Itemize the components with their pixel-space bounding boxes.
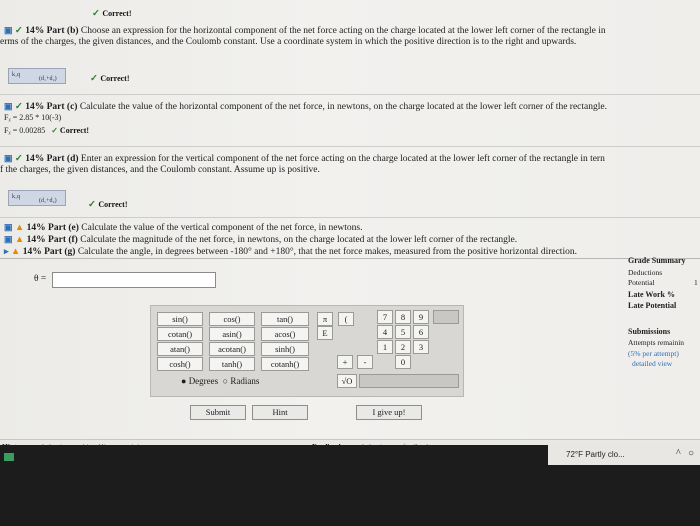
check-icon: ✓	[88, 200, 96, 210]
warning-icon: ▲	[14, 223, 25, 233]
key-9[interactable]: 9	[413, 310, 429, 324]
divider	[0, 94, 700, 95]
give-up-button[interactable]: I give up!	[356, 405, 422, 420]
network-icon[interactable]: ○	[688, 448, 694, 459]
key-5[interactable]: 5	[395, 325, 411, 339]
key-tan[interactable]: tan()	[261, 312, 309, 326]
key-pi[interactable]: π	[317, 312, 333, 326]
key-minus[interactable]: -	[357, 355, 373, 369]
key-atan[interactable]: atan()	[157, 342, 203, 356]
part-a-status: ✓ Correct!	[92, 9, 132, 19]
key-1[interactable]: 1	[377, 340, 393, 354]
part-d-header: ▣ ✓ 14% Part (d) Enter an expression for…	[4, 153, 605, 164]
angle-mode: ● Degrees ○ Radians	[181, 376, 260, 386]
key-cotanh[interactable]: cotanh()	[261, 357, 309, 371]
expand-icon[interactable]: ▣	[4, 234, 13, 244]
late-work-label: Late Work %	[628, 290, 675, 299]
key-sin[interactable]: sin()	[157, 312, 203, 326]
key-asin[interactable]: asin()	[209, 327, 255, 341]
key-backspace[interactable]	[433, 310, 459, 324]
part-g-header: ▸ ▲ 14% Part (g) Calculate the angle, in…	[4, 246, 577, 257]
key-6[interactable]: 6	[413, 325, 429, 339]
key-e[interactable]: E	[317, 326, 333, 340]
answer-input[interactable]	[52, 272, 216, 288]
check-icon: ✓	[92, 9, 100, 19]
expand-icon[interactable]: ▣	[4, 101, 13, 111]
problem-page: ✓ Correct! ▣ ✓ 14% Part (b) Choose an ex…	[0, 0, 700, 445]
part-d-status: ✓ Correct!	[88, 200, 128, 210]
key-3[interactable]: 3	[413, 340, 429, 354]
late-potential-label: Late Potential	[628, 301, 677, 310]
chevron-up-icon[interactable]: ^	[676, 448, 681, 459]
potential-value: 1	[694, 278, 698, 287]
check-icon: ✓	[14, 102, 23, 112]
check-icon: ✓	[51, 126, 58, 135]
warning-icon: ▲	[10, 247, 21, 257]
key-clear[interactable]	[359, 374, 459, 388]
key-2[interactable]: 2	[395, 340, 411, 354]
hint-button[interactable]: Hint	[252, 405, 308, 420]
key-tanh[interactable]: tanh()	[209, 357, 255, 371]
part-b-formula-image: k₁q (d₁+d₂)	[8, 68, 66, 84]
part-c-line1: Fᵪ = 2.85 * 10(-3)	[4, 113, 62, 122]
weather-text: 72°F Partly clo...	[566, 450, 625, 459]
part-b-status: ✓ Correct!	[90, 74, 130, 84]
key-acos[interactable]: acos()	[261, 327, 309, 341]
part-c-line2: Fᵪ = 0.00285 ✓ Correct!	[4, 126, 90, 135]
key-sinh[interactable]: sinh()	[261, 342, 309, 356]
math-keypad: sin() cos() tan() cotan() asin() acos() …	[150, 305, 464, 397]
divider	[0, 146, 700, 147]
key-open-paren[interactable]: (	[338, 312, 354, 326]
radians-radio[interactable]: ○	[223, 376, 228, 386]
deductions-label: Deductions	[628, 268, 663, 277]
per-attempt-label: (5% per attempt)	[628, 349, 679, 358]
key-7[interactable]: 7	[377, 310, 393, 324]
key-8[interactable]: 8	[395, 310, 411, 324]
part-b-text: erms of the charges, the given distances…	[0, 37, 577, 47]
part-c-header: ▣ ✓ 14% Part (c) Calculate the value of …	[4, 101, 607, 112]
collapse-icon[interactable]: ▸	[4, 246, 9, 256]
divider	[0, 217, 700, 218]
check-icon: ✓	[14, 26, 23, 36]
submit-button[interactable]: Submit	[190, 405, 246, 420]
key-acotan[interactable]: acotan()	[209, 342, 255, 356]
divider	[0, 258, 700, 259]
key-plus[interactable]: +	[337, 355, 353, 369]
expand-icon[interactable]: ▣	[4, 153, 13, 163]
part-d-formula-image: k₁q (d₁+d₂)	[8, 190, 66, 206]
expand-icon[interactable]: ▣	[4, 25, 13, 35]
part-e-header: ▣ ▲ 14% Part (e) Calculate the value of …	[4, 222, 363, 233]
key-cosh[interactable]: cosh()	[157, 357, 203, 371]
part-b-header: ▣ ✓ 14% Part (b) Choose an expression fo…	[4, 25, 606, 36]
degrees-radio[interactable]: ●	[181, 376, 186, 386]
taskbar: 72°F Partly clo... ^ ○	[0, 445, 700, 526]
weather-area[interactable]: 72°F Partly clo... ^ ○	[548, 445, 700, 465]
warning-icon: ▲	[14, 235, 25, 245]
attempts-label: Attempts remainin	[628, 338, 685, 347]
grade-summary-title: Grade Summary	[628, 256, 686, 265]
part-f-header: ▣ ▲ 14% Part (f) Calculate the magnitude…	[4, 234, 518, 245]
answer-label: θ =	[34, 274, 47, 284]
key-0[interactable]: 0	[395, 355, 411, 369]
check-icon: ✓	[14, 154, 23, 164]
key-4[interactable]: 4	[377, 325, 393, 339]
key-cos[interactable]: cos()	[209, 312, 255, 326]
check-icon: ✓	[90, 74, 98, 84]
part-d-text: f the charges, the given distances, and …	[0, 165, 320, 175]
potential-label: Potential	[628, 278, 655, 287]
detailed-view-link[interactable]: detailed view	[632, 359, 672, 368]
key-cotan[interactable]: cotan()	[157, 327, 203, 341]
key-sqrt[interactable]: √O	[337, 374, 357, 388]
submissions-title: Submissions	[628, 327, 671, 336]
expand-icon[interactable]: ▣	[4, 222, 13, 232]
app-icon[interactable]	[4, 453, 14, 461]
